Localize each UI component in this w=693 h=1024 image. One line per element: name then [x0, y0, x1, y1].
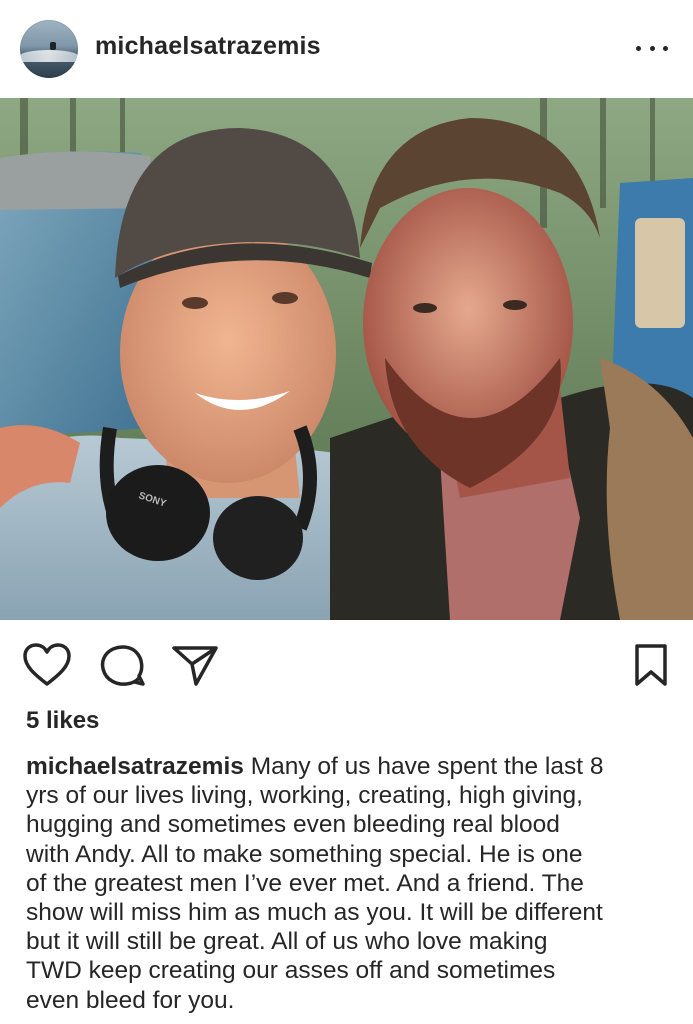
heart-icon[interactable] [22, 642, 72, 688]
post-username[interactable]: michaelsatrazemis [95, 32, 321, 61]
caption-line: but it will still be great. All of us wh… [26, 928, 548, 956]
paper-plane-icon[interactable] [170, 642, 220, 688]
caption-line: show will miss him as much as you. It wi… [26, 899, 603, 927]
caption-line: TWD keep creating our asses off and some… [26, 957, 556, 985]
avatar[interactable] [20, 20, 78, 78]
caption-line: yrs of our lives living, working, creati… [26, 782, 583, 810]
likes-count[interactable]: 5 likes [26, 707, 99, 735]
caption-line: hugging and sometimes even bleeding real… [26, 811, 560, 839]
caption-line: Many of us have spent the last 8 [250, 753, 604, 780]
more-options-icon[interactable] [636, 36, 668, 60]
caption-username[interactable]: michaelsatrazemis [26, 753, 244, 780]
caption-line: with Andy. All to make something special… [26, 840, 583, 868]
post-header: michaelsatrazemis [0, 0, 693, 98]
post-caption: michaelsatrazemis Many of us have spent … [26, 752, 676, 1015]
post-actions [0, 620, 693, 710]
comment-bubble-icon[interactable] [98, 642, 146, 688]
bookmark-icon[interactable] [631, 642, 671, 688]
post-photo[interactable]: SONY [0, 98, 693, 620]
caption-line: of the greatest men I’ve ever met. And a… [26, 869, 584, 897]
caption-line: even bleed for you. [26, 986, 235, 1014]
